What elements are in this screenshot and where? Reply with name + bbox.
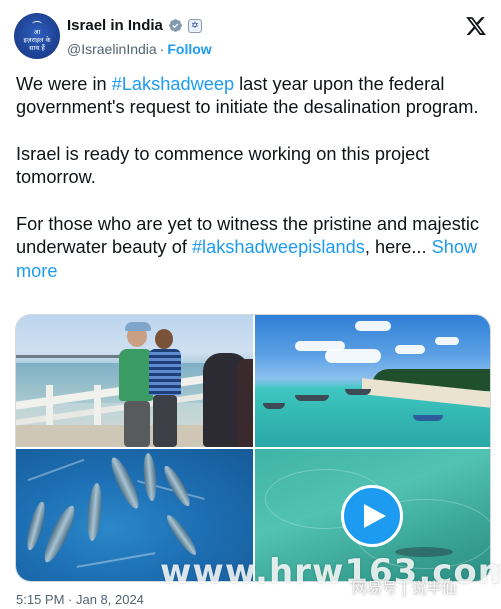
avatar-text-line-3: साथ हैं	[29, 43, 45, 52]
media-video[interactable]	[255, 449, 490, 581]
government-badge-icon: ✡	[187, 18, 202, 33]
tweet-paragraph-1: We were in #Lakshadweep last year upon t…	[16, 74, 479, 118]
x-logo-icon[interactable]	[465, 15, 487, 37]
hashtag-lakshadweep[interactable]: #Lakshadweep	[112, 74, 234, 94]
play-button[interactable]	[341, 485, 403, 547]
tweet-card: आ इज़राइल के साथ हैं Israel in India ✡ @…	[0, 0, 501, 609]
avatar-text-line-2: इज़राइल के	[23, 35, 51, 44]
media-photo-dolphins[interactable]	[16, 449, 253, 581]
avatar-emblem-icon	[32, 20, 42, 27]
avatar-text-line-1: आ	[33, 27, 41, 36]
hashtag-lakshadweepislands[interactable]: #lakshadweepislands	[192, 237, 365, 257]
play-icon	[363, 504, 386, 528]
media-photo-lagoon[interactable]	[255, 315, 490, 447]
tweet-text: We were in #Lakshadweep last year upon t…	[16, 73, 484, 283]
handle[interactable]: @IsraelinIndia	[67, 41, 157, 57]
tweet-timestamp[interactable]: 5:15 PM · Jan 8, 2024	[16, 592, 144, 607]
verified-badge-icon	[168, 19, 182, 32]
follow-button[interactable]: Follow	[167, 41, 211, 57]
tweet-paragraph-3: For those who are yet to witness the pri…	[16, 214, 479, 281]
author-name-row: Israel in India ✡	[67, 17, 202, 34]
media-grid	[15, 314, 491, 582]
display-name[interactable]: Israel in India	[67, 17, 163, 34]
author-handle-row: @IsraelinIndia · Follow	[67, 41, 212, 57]
separator-dot: ·	[159, 41, 165, 57]
avatar[interactable]: आ इज़राइल के साथ हैं	[14, 13, 60, 59]
tweet-paragraph-2: Israel is ready to commence working on t…	[16, 144, 430, 188]
media-photo-bridge[interactable]	[16, 315, 253, 447]
